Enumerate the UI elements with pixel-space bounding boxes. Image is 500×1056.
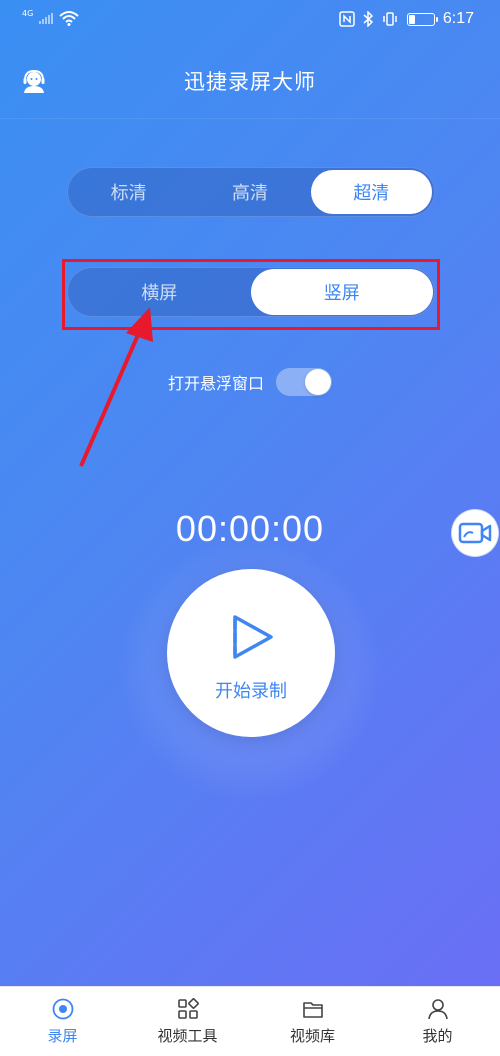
nav-label-video-tools: 视频工具 [157, 1027, 218, 1045]
header: 迅捷录屏大师 [0, 50, 500, 110]
quality-selector: 标清 高清 超清 [67, 167, 435, 217]
bluetooth-icon [363, 11, 373, 27]
page-title: 迅捷录屏大师 [184, 70, 316, 94]
floating-window-label: 打开悬浮窗口 [167, 374, 264, 393]
quality-option-fhd[interactable]: 超清 [310, 170, 432, 214]
vibrate-icon [381, 11, 399, 27]
annotation-arrow [79, 307, 153, 467]
nav-item-video-tools[interactable]: 视频工具 [125, 987, 250, 1056]
record-disc-icon [52, 998, 73, 1020]
tools-grid-icon [177, 998, 199, 1019]
wifi-icon [59, 10, 79, 26]
floating-camera-button[interactable] [451, 509, 499, 557]
bottom-nav: 录屏 视频工具 视频库 我的 [0, 986, 500, 1056]
recording-timer: 00:00:00 [175, 508, 325, 549]
nav-label-video-library: 视频库 [289, 1027, 335, 1045]
person-icon [427, 999, 448, 1020]
start-record-label: 开始录制 [215, 681, 287, 702]
floating-window-row: 打开悬浮窗口 [0, 367, 500, 397]
play-icon [233, 615, 273, 659]
nav-item-profile[interactable]: 我的 [375, 987, 500, 1056]
quality-option-sd[interactable]: 标清 [68, 168, 189, 216]
folder-icon [302, 1002, 323, 1018]
signal-icon [39, 12, 54, 24]
nav-item-video-library[interactable]: 视频库 [250, 987, 375, 1056]
quality-option-hd[interactable]: 高清 [189, 168, 310, 216]
annotation-highlight-box [62, 259, 440, 330]
nav-label-record: 录屏 [47, 1027, 78, 1045]
video-camera-icon [458, 522, 492, 544]
network-type: 4G [22, 9, 34, 18]
nav-item-record[interactable]: 录屏 [0, 987, 125, 1056]
start-record-button[interactable]: 开始录制 [167, 569, 335, 737]
status-bar: 4G 6:17 [0, 0, 500, 40]
floating-window-toggle[interactable] [276, 368, 332, 396]
nfc-icon [339, 11, 355, 27]
clock: 6:17 [442, 10, 474, 27]
nav-label-profile: 我的 [422, 1027, 453, 1045]
battery-icon [406, 12, 438, 26]
app-screen: 4G 6:17 迅捷录屏大师 标清 高清 超清 横屏 竖屏 打开悬浮窗口 00:… [0, 0, 500, 986]
header-divider [0, 118, 500, 119]
